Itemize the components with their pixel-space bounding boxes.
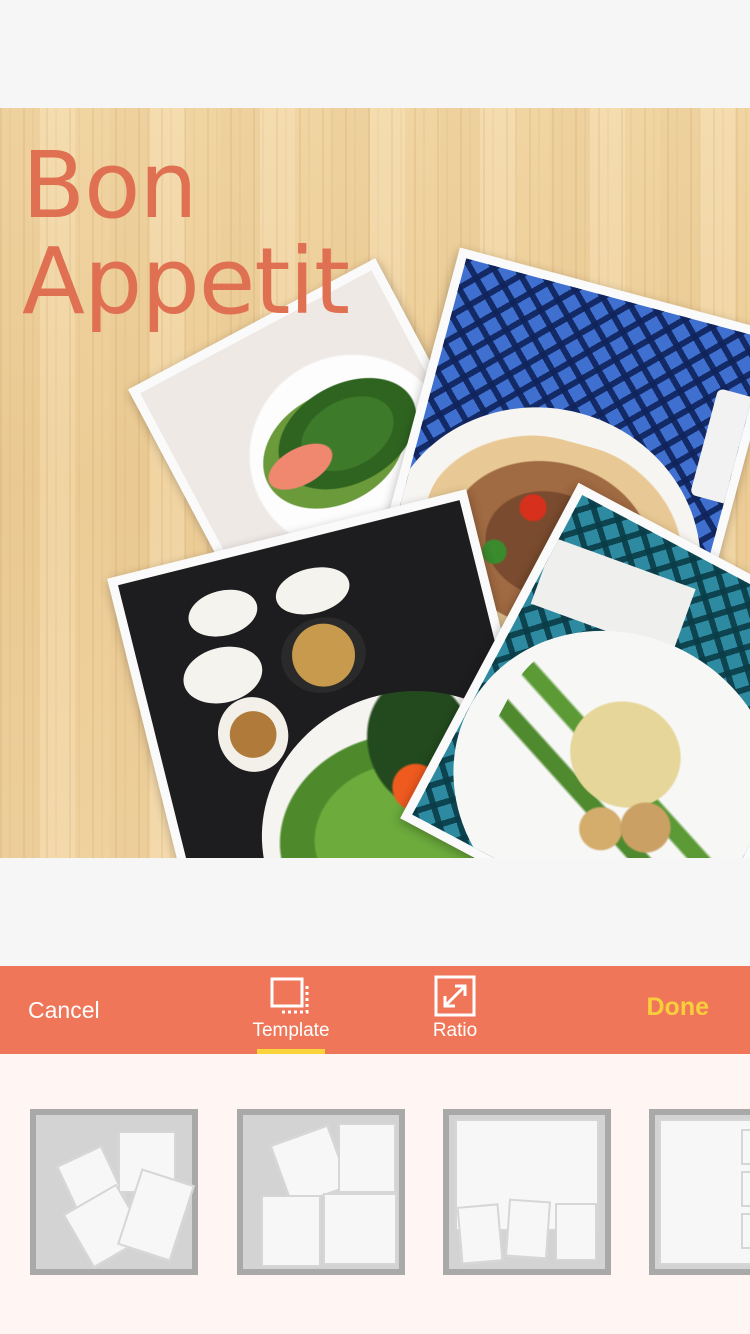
tab-ratio[interactable]: Ratio [400,966,510,1054]
collage-template-1[interactable] [30,1109,198,1275]
template-picker[interactable] [0,1054,750,1334]
collage-title[interactable]: Bon Appetit [22,138,350,330]
template-slot [741,1213,750,1249]
template-slot [323,1193,397,1265]
tab-template-label: Template [252,1020,330,1041]
template-layout-icon [270,977,309,1014]
expand-arrows-icon [434,975,476,1017]
side-dish-image [270,559,355,622]
editor-toolbar: Cancel Template Ratio Done [0,966,750,1054]
template-slot [338,1123,396,1193]
template-slot [456,1203,504,1265]
canvas-bottom-margin [0,858,750,966]
collage-template-3[interactable] [443,1109,611,1275]
collage-template-2[interactable] [237,1109,405,1275]
side-dish-image [183,582,263,644]
template-slot [741,1129,750,1165]
template-slot [555,1203,597,1261]
cancel-button[interactable]: Cancel [28,966,100,1054]
collage-title-line-2: Appetit [22,228,350,335]
collage-title-line-1: Bon [22,132,198,239]
template-slot [741,1171,750,1207]
template-slot [261,1195,321,1267]
collage-template-4[interactable] [649,1109,750,1275]
template-slot [659,1119,750,1265]
cup-image [689,388,750,507]
miso-soup-image [273,608,374,702]
tab-ratio-label: Ratio [432,1020,478,1041]
done-button[interactable]: Done [647,966,710,1054]
collage-canvas[interactable]: Bon Appetit [0,108,750,858]
template-slot [505,1198,551,1260]
top-margin [0,0,750,108]
tab-template[interactable]: Template [236,966,346,1054]
